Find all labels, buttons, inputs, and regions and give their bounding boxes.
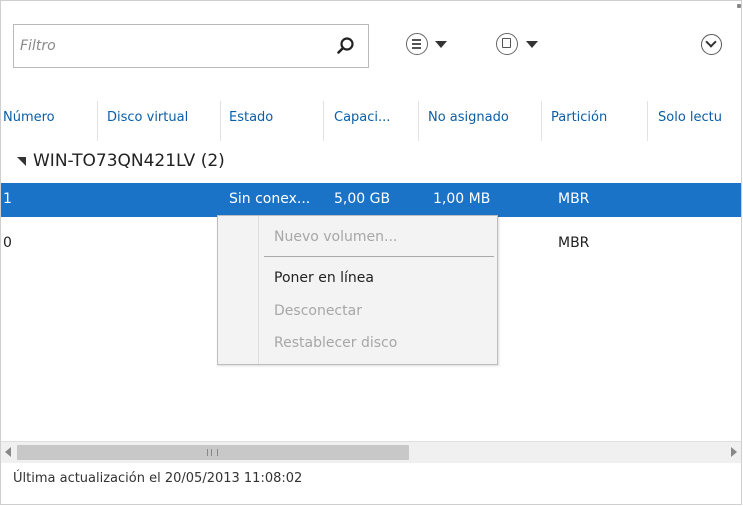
column-headers: Número Disco virtual Estado Capaci... No… xyxy=(1,101,741,141)
view-options-icon-line xyxy=(412,47,421,49)
scrollbar-thumb[interactable] xyxy=(17,445,409,460)
column-header-numero[interactable]: Número xyxy=(3,110,55,125)
cell-estado: Sin conex... xyxy=(229,191,311,207)
column-header-particion[interactable]: Partición xyxy=(551,110,607,125)
cell-particion: MBR xyxy=(558,235,590,251)
cell-particion: MBR xyxy=(558,191,590,207)
server-group-row[interactable]: WIN-TO73QN421LV (2) xyxy=(1,146,741,180)
scrollbar-grip-icon xyxy=(207,449,218,456)
horizontal-scrollbar[interactable] xyxy=(1,441,741,463)
column-header-solo-lectura[interactable]: Solo lectu xyxy=(658,110,722,125)
column-header-no-asignado[interactable]: No asignado xyxy=(428,110,509,125)
column-divider[interactable] xyxy=(220,101,221,141)
column-header-disco-virtual[interactable]: Disco virtual xyxy=(107,110,188,125)
expand-icon[interactable] xyxy=(701,34,722,55)
view-options-icon-line xyxy=(412,39,421,41)
server-group-label: WIN-TO73QN421LV (2) xyxy=(33,151,225,171)
view-options-icon[interactable] xyxy=(406,33,428,55)
menu-item-desconectar[interactable]: Desconectar xyxy=(274,303,362,319)
menu-icon-gutter xyxy=(258,216,259,364)
column-divider[interactable] xyxy=(97,101,98,141)
cell-no-asignado: 1,00 MB xyxy=(433,191,491,207)
search-icon[interactable] xyxy=(336,36,356,56)
column-header-estado[interactable]: Estado xyxy=(229,110,273,125)
menu-item-nuevo-volumen[interactable]: Nuevo volumen... xyxy=(274,229,397,245)
column-divider[interactable] xyxy=(647,101,648,141)
scroll-right-arrow-icon[interactable] xyxy=(731,447,737,457)
column-divider[interactable] xyxy=(418,101,419,141)
menu-item-restablecer-disco[interactable]: Restablecer disco xyxy=(274,335,397,351)
cell-numero: 1 xyxy=(3,191,12,207)
disk-row-selected[interactable]: 1 Sin conex... 5,00 GB 1,00 MB MBR xyxy=(1,183,741,217)
scroll-left-arrow-icon[interactable] xyxy=(5,447,11,457)
view-options-icon-line xyxy=(412,43,421,45)
disks-panel: Número Disco virtual Estado Capaci... No… xyxy=(0,0,742,505)
column-divider[interactable] xyxy=(541,101,542,141)
chevron-down-icon xyxy=(705,36,717,48)
menu-item-poner-en-linea[interactable]: Poner en línea xyxy=(274,270,374,286)
column-header-capacidad[interactable]: Capaci... xyxy=(334,110,390,125)
last-refresh-status: Última actualización el 20/05/2013 11:08… xyxy=(13,471,303,486)
collapse-triangle-icon[interactable] xyxy=(17,157,26,166)
save-glyph xyxy=(502,38,511,48)
save-query-dropdown-arrow[interactable] xyxy=(526,41,538,48)
disk-context-menu: Nuevo volumen... Poner en línea Desconec… xyxy=(217,215,498,365)
window-corner-mark xyxy=(737,4,741,8)
filter-input[interactable] xyxy=(20,33,320,59)
filter-box[interactable] xyxy=(13,24,369,68)
menu-separator xyxy=(264,256,494,257)
save-query-icon[interactable] xyxy=(496,33,518,55)
cell-capacidad: 5,00 GB xyxy=(334,191,391,207)
cell-numero: 0 xyxy=(3,235,12,251)
column-divider[interactable] xyxy=(323,101,324,141)
view-options-dropdown-arrow[interactable] xyxy=(435,41,447,48)
